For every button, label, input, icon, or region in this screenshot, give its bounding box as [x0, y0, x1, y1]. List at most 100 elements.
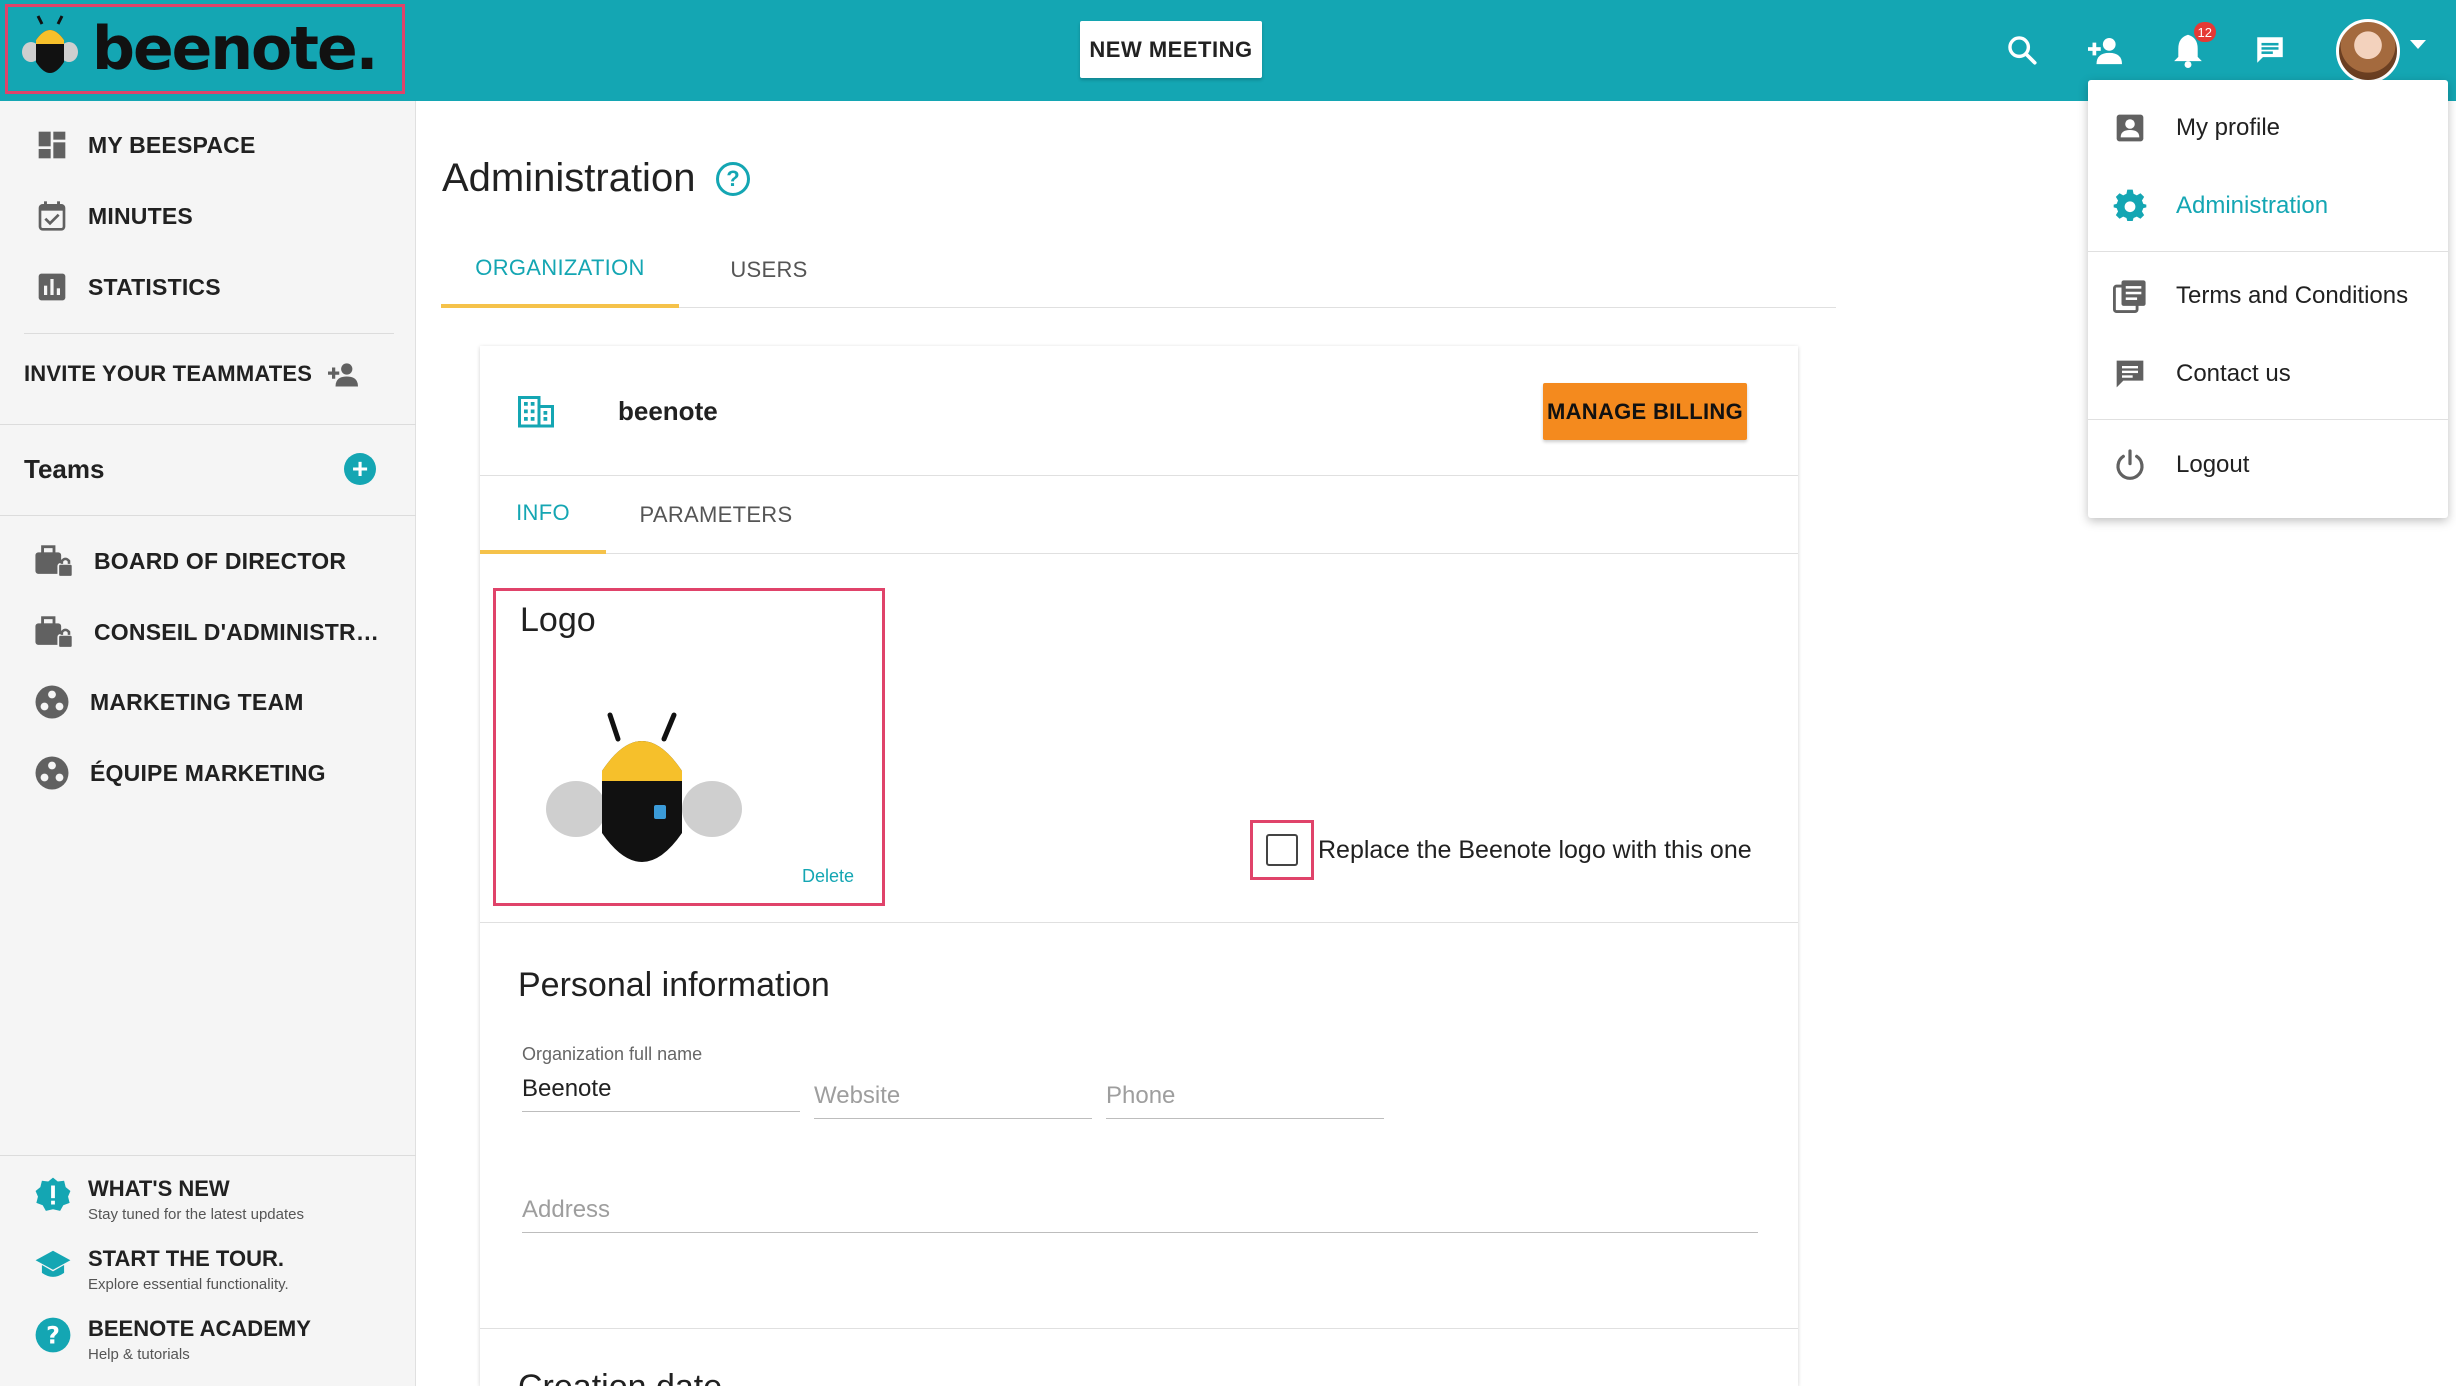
sidebar-team-board-of-director[interactable]: BOARD OF DIRECTOR	[34, 539, 346, 583]
sidebar-team-marketing-team[interactable]: MARKETING TEAM	[34, 680, 304, 724]
bar-chart-icon	[38, 273, 66, 301]
brand-name: beenote.	[92, 14, 378, 84]
menu-divider	[2088, 419, 2448, 420]
invite-label: INVITE YOUR TEAMMATES	[24, 361, 313, 386]
website-input[interactable]: Website	[814, 1082, 1092, 1119]
user-avatar[interactable]	[2336, 19, 2400, 83]
dashboard-icon	[38, 131, 66, 159]
menu-item-label: Contact us	[2176, 360, 2291, 387]
menu-item-label: Terms and Conditions	[2176, 282, 2409, 309]
address-input[interactable]: Address	[522, 1196, 1758, 1233]
sidebar-item-label: STATISTICS	[88, 273, 221, 300]
checkbox-highlight	[1250, 820, 1314, 880]
whats-new-link[interactable]: WHAT'S NEW Stay tuned for the latest upd…	[34, 1176, 304, 1223]
briefcase-lock-icon	[35, 616, 74, 649]
chat-icon	[2116, 360, 2144, 388]
building-icon	[518, 396, 554, 428]
add-team-button[interactable]: +	[344, 453, 376, 485]
sidebar-item-my-beespace[interactable]: MY BEESPACE	[36, 125, 256, 165]
delete-logo-link[interactable]: Delete	[802, 866, 854, 887]
notifications-button[interactable]: 12	[2166, 22, 2216, 72]
sidebar-divider	[0, 424, 416, 425]
chat-icon	[2257, 37, 2283, 63]
help-icon[interactable]: ?	[716, 162, 750, 196]
organization-card: beenote MANAGE BILLING INFO PARAMETERS L…	[480, 346, 1798, 1386]
sidebar-item-statistics[interactable]: STATISTICS	[36, 267, 221, 307]
org-full-name-label: Organization full name	[522, 1044, 703, 1064]
academy-subtitle: Help & tutorials	[88, 1346, 190, 1363]
org-full-name-input[interactable]: Beenote	[522, 1075, 800, 1112]
start-tour-subtitle: Explore essential functionality.	[88, 1276, 289, 1293]
admin-tabs: ORGANIZATION USERS	[441, 232, 1836, 308]
sidebar-team-conseil[interactable]: CONSEIL D'ADMINISTR…	[34, 610, 379, 654]
org-full-name-field[interactable]: Organization full name Beenote	[522, 1044, 800, 1112]
messages-button[interactable]	[2248, 28, 2292, 72]
graduation-cap-icon	[35, 1250, 71, 1277]
document-list-icon	[2113, 280, 2146, 313]
phone-input[interactable]: Phone	[1106, 1082, 1384, 1119]
briefcase-lock-icon	[35, 545, 74, 578]
card-subtabs: INFO PARAMETERS	[480, 476, 1798, 554]
organization-name: beenote	[618, 396, 718, 426]
group-circle-icon	[35, 756, 69, 790]
menu-item-terms[interactable]: Terms and Conditions	[2088, 266, 2448, 326]
replace-logo-label[interactable]: Replace the Beenote logo with this one	[1318, 836, 1752, 865]
sidebar-item-minutes[interactable]: MINUTES	[36, 196, 193, 236]
website-field[interactable]: Website	[814, 1082, 1092, 1119]
search-icon	[2008, 36, 2037, 65]
sidebar-divider	[0, 1155, 416, 1156]
whats-new-subtitle: Stay tuned for the latest updates	[88, 1206, 304, 1223]
search-button[interactable]	[2000, 28, 2044, 72]
phone-field[interactable]: Phone	[1106, 1082, 1384, 1119]
logo-panel: Logo Delete	[493, 588, 885, 906]
person-add-icon	[328, 363, 359, 387]
notification-badge: 12	[2193, 22, 2216, 42]
gear-icon	[2113, 189, 2147, 221]
creation-date-title: Creation date	[518, 1368, 722, 1386]
menu-item-contact[interactable]: Contact us	[2088, 344, 2448, 404]
bee-icon	[22, 15, 78, 73]
section-divider	[480, 922, 1798, 923]
replace-logo-checkbox[interactable]	[1266, 834, 1298, 866]
sidebar-divider	[24, 333, 394, 334]
personal-info-title: Personal information	[518, 966, 830, 1004]
replace-logo-option: Replace the Beenote logo with this one	[1250, 820, 1752, 880]
tab-organization[interactable]: ORGANIZATION	[441, 232, 679, 308]
menu-item-logout[interactable]: Logout	[2088, 435, 2448, 495]
sidebar-item-label: MINUTES	[88, 202, 193, 229]
menu-item-my-profile[interactable]: My profile	[2088, 98, 2448, 158]
logo-title: Logo	[520, 601, 596, 639]
group-circle-icon	[35, 685, 69, 719]
new-meeting-button[interactable]: NEW MEETING	[1080, 21, 1262, 78]
start-tour-link[interactable]: START THE TOUR. Explore essential functi…	[34, 1246, 289, 1293]
sidebar-team-label: BOARD OF DIRECTOR	[94, 547, 347, 574]
address-field[interactable]: Address	[522, 1196, 1758, 1233]
chevron-down-icon[interactable]	[2410, 40, 2426, 49]
brand-logo[interactable]: beenote.	[5, 4, 405, 94]
manage-billing-button[interactable]: MANAGE BILLING	[1543, 383, 1747, 440]
calendar-check-icon	[38, 201, 66, 231]
sidebar-team-label: MARKETING TEAM	[90, 688, 304, 715]
bee-logo-image[interactable]	[544, 701, 744, 881]
academy-title: BEENOTE ACADEMY	[88, 1316, 311, 1341]
start-tour-title: START THE TOUR.	[88, 1246, 284, 1271]
tab-parameters[interactable]: PARAMETERS	[616, 476, 816, 554]
sidebar-team-equipe-marketing[interactable]: ÉQUIPE MARKETING	[34, 751, 326, 795]
tab-info[interactable]: INFO	[480, 476, 606, 554]
menu-item-label: Logout	[2176, 451, 2250, 478]
sidebar-team-label: CONSEIL D'ADMINISTR…	[94, 618, 380, 645]
section-divider	[480, 1328, 1798, 1329]
alert-badge-icon	[35, 1177, 71, 1211]
invite-teammates-button[interactable]: INVITE YOUR TEAMMATES	[24, 359, 362, 389]
sidebar-divider	[0, 515, 416, 516]
menu-item-administration[interactable]: Administration	[2088, 176, 2448, 236]
user-menu: My profile Administration Terms and Cond…	[2088, 80, 2448, 518]
sidebar-team-label: ÉQUIPE MARKETING	[90, 759, 326, 786]
tab-users[interactable]: USERS	[691, 232, 847, 308]
add-person-button[interactable]	[2083, 28, 2127, 72]
help-circle-icon: ?	[35, 1317, 71, 1353]
sidebar-item-label: MY BEESPACE	[88, 131, 256, 158]
account-box-icon	[2116, 114, 2144, 142]
beenote-academy-link[interactable]: ? BEENOTE ACADEMY Help & tutorials	[34, 1316, 311, 1363]
card-header: beenote MANAGE BILLING	[480, 346, 1798, 476]
